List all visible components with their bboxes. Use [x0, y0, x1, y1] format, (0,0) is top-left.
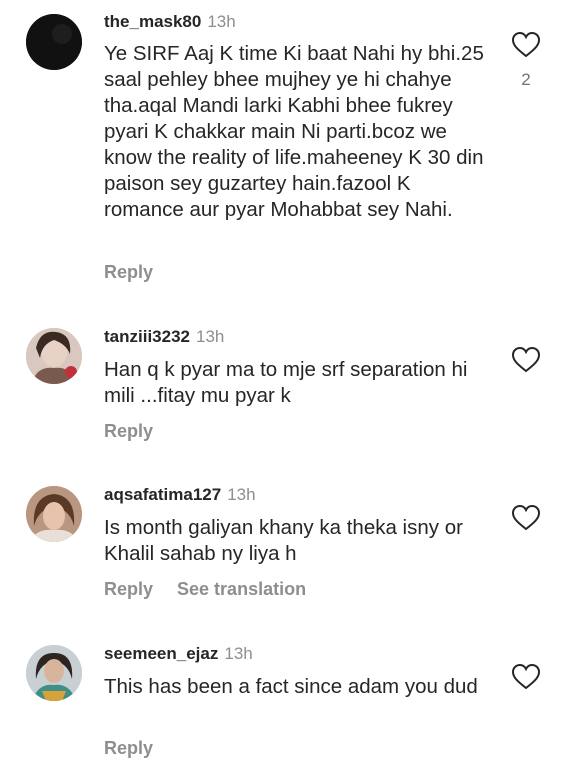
comment-actions: Reply	[104, 738, 177, 759]
timestamp: 13h	[227, 485, 256, 504]
heart-outline-icon[interactable]	[511, 346, 541, 374]
comment-text: Ye SIRF Aaj K time Ki baat Nahi hy bhi.2…	[104, 42, 484, 221]
avatar-image	[26, 645, 82, 701]
username[interactable]: aqsafatima127	[104, 485, 221, 504]
comment-meta: seemeen_ejaz 13h	[104, 643, 253, 665]
comment-actions: Reply	[104, 421, 177, 442]
comment-text: This has been a fact since adam you dud	[104, 675, 478, 698]
timestamp: 13h	[196, 327, 225, 346]
comment-meta: the_mask80 13h	[104, 11, 236, 33]
comment-meta: tanziii3232 13h	[104, 326, 224, 348]
see-translation-button[interactable]: See translation	[177, 579, 306, 599]
avatar-image	[26, 486, 82, 542]
timestamp: 13h	[207, 12, 236, 31]
reply-button[interactable]: Reply	[104, 262, 153, 282]
comment-meta: aqsafatima127 13h	[104, 484, 256, 506]
comment-actions: Reply	[104, 262, 177, 283]
username[interactable]: seemeen_ejaz	[104, 644, 218, 663]
comment-text: Han q k pyar ma to mje srf separation hi…	[104, 358, 468, 407]
comment-actions: Reply See translation	[104, 579, 330, 600]
like-count: 2	[521, 70, 531, 89]
avatar-image	[26, 14, 82, 70]
reply-button[interactable]: Reply	[104, 738, 153, 758]
avatar[interactable]	[26, 328, 82, 384]
heart-outline-icon[interactable]	[511, 31, 541, 59]
comment-text: Is month galiyan khany ka theka isny or …	[104, 516, 463, 565]
username[interactable]: the_mask80	[104, 12, 201, 31]
reply-button[interactable]: Reply	[104, 579, 153, 599]
avatar-image	[26, 328, 82, 384]
avatar[interactable]	[26, 645, 82, 701]
heart-outline-icon[interactable]	[511, 504, 541, 532]
username[interactable]: tanziii3232	[104, 327, 190, 346]
avatar[interactable]	[26, 14, 82, 70]
timestamp: 13h	[224, 644, 253, 663]
comments-page: { "comments": [ { "username": "the_mask8…	[0, 0, 570, 773]
avatar[interactable]	[26, 486, 82, 542]
reply-button[interactable]: Reply	[104, 421, 153, 441]
heart-outline-icon[interactable]	[511, 663, 541, 691]
